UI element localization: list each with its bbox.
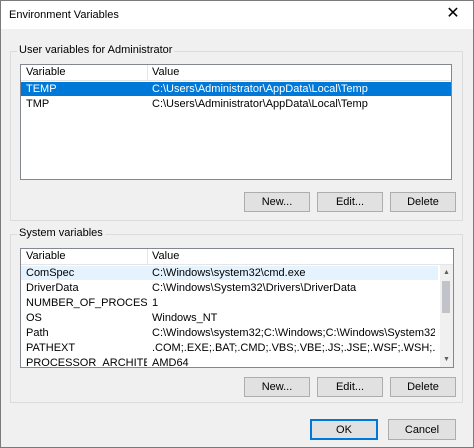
user-delete-button[interactable]: Delete <box>390 192 456 212</box>
table-row[interactable]: NUMBER_OF_PROCESSORS 1 <box>21 296 438 310</box>
variable-value-cell: C:\Windows\System32\Drivers\DriverData <box>152 282 357 294</box>
column-header-value[interactable]: Value <box>152 66 179 78</box>
variable-name-cell: OS <box>26 312 42 324</box>
variable-value-cell: C:\Windows\system32;C:\Windows;C:\Window… <box>152 327 435 339</box>
column-header-variable[interactable]: Variable <box>26 250 66 262</box>
scroll-up-icon[interactable]: ▲ <box>440 265 453 280</box>
title-bar[interactable]: Environment Variables ✕ <box>1 1 473 29</box>
cancel-button[interactable]: Cancel <box>388 419 456 440</box>
user-variables-group: User variables for Administrator Variabl… <box>10 44 463 221</box>
table-row[interactable]: Path C:\Windows\system32;C:\Windows;C:\Wi… <box>21 326 438 340</box>
column-header-variable[interactable]: Variable <box>26 66 66 78</box>
system-edit-button[interactable]: Edit... <box>317 377 383 397</box>
system-delete-button[interactable]: Delete <box>390 377 456 397</box>
environment-variables-dialog: Environment Variables ✕ User variables f… <box>0 0 474 448</box>
variable-value-cell: AMD64 <box>152 357 189 368</box>
column-divider[interactable] <box>147 65 148 81</box>
table-row[interactable]: OS Windows_NT <box>21 311 438 325</box>
user-list-header: Variable Value <box>21 65 451 81</box>
user-variables-list[interactable]: Variable Value TEMP C:\Users\Administrato… <box>20 64 452 180</box>
table-row[interactable]: TEMP C:\Users\Administrator\AppData\Local… <box>21 82 451 96</box>
variable-value-cell: 1 <box>152 297 159 309</box>
window-title: Environment Variables <box>9 9 119 21</box>
system-list-header: Variable Value <box>21 249 453 265</box>
scroll-down-icon[interactable]: ▼ <box>440 352 453 367</box>
variable-value-cell: C:\Windows\system32\cmd.exe <box>152 267 306 279</box>
column-header-value[interactable]: Value <box>152 250 179 262</box>
ok-button[interactable]: OK <box>310 419 378 440</box>
scroll-thumb[interactable] <box>442 281 450 313</box>
user-edit-button[interactable]: Edit... <box>317 192 383 212</box>
variable-value-cell: C:\Users\Administrator\AppData\Local\Tem… <box>152 98 368 110</box>
system-variables-list[interactable]: Variable Value ComSpec C:\Windows\system3… <box>20 248 454 368</box>
variable-value-cell: C:\Users\Administrator\AppData\Local\Tem… <box>152 83 368 95</box>
table-row[interactable]: PROCESSOR_ARCHITECTURE AMD64 <box>21 356 438 368</box>
system-variables-group: System variables Variable Value ComSpec C… <box>10 227 463 403</box>
variable-name-cell: Path <box>26 327 49 339</box>
column-divider[interactable] <box>147 249 148 265</box>
variable-name-cell: DriverData <box>26 282 79 294</box>
table-row[interactable]: PATHEXT .COM;.EXE;.BAT;.CMD;.VBS;.VBE;.JS… <box>21 341 438 355</box>
variable-value-cell: Windows_NT <box>152 312 218 324</box>
variable-name-cell: PROCESSOR_ARCHITECTURE <box>26 357 147 368</box>
table-row[interactable]: DriverData C:\Windows\System32\Drivers\Dr… <box>21 281 438 295</box>
system-variables-label: System variables <box>17 227 105 239</box>
variable-name-cell: TEMP <box>26 83 57 95</box>
variable-value-cell: .COM;.EXE;.BAT;.CMD;.VBS;.VBE;.JS;.JSE;.… <box>152 342 435 354</box>
variable-name-cell: PATHEXT <box>26 342 76 354</box>
table-row[interactable]: ComSpec C:\Windows\system32\cmd.exe <box>21 266 438 280</box>
variable-name-cell: NUMBER_OF_PROCESSORS <box>26 297 147 309</box>
close-icon[interactable]: ✕ <box>443 4 463 24</box>
system-list-scrollbar[interactable]: ▲ ▼ <box>440 265 453 367</box>
table-row[interactable]: TMP C:\Users\Administrator\AppData\Local\… <box>21 97 451 111</box>
user-new-button[interactable]: New... <box>244 192 310 212</box>
variable-name-cell: TMP <box>26 98 50 110</box>
variable-name-cell: ComSpec <box>26 267 75 279</box>
user-variables-label: User variables for Administrator <box>17 44 175 56</box>
system-new-button[interactable]: New... <box>244 377 310 397</box>
